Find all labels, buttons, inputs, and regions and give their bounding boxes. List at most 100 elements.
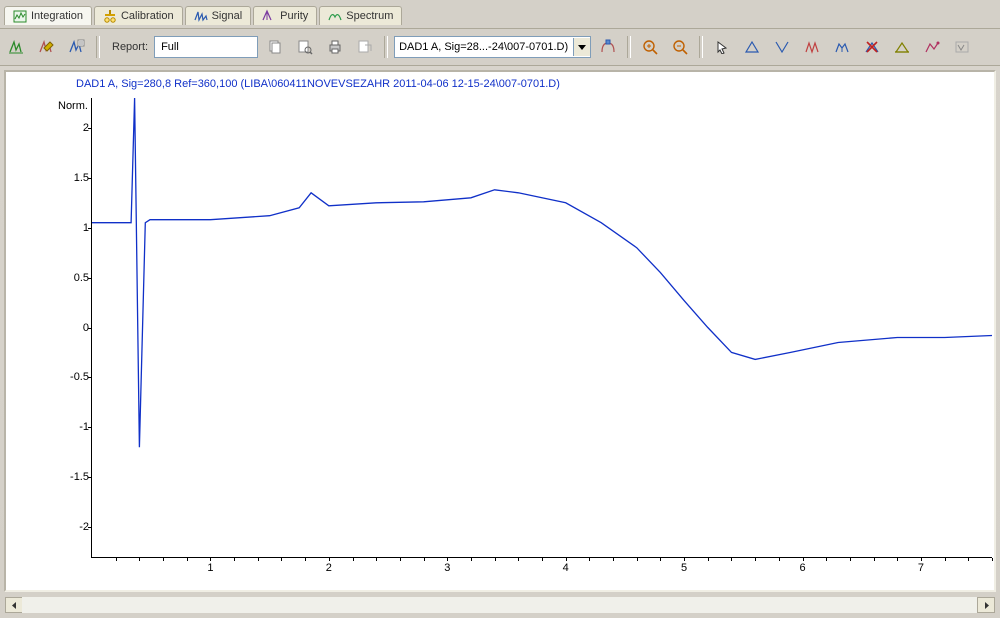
x-minor-tick (731, 558, 732, 561)
x-minor-tick (139, 558, 140, 561)
x-tick-label: 4 (563, 562, 569, 574)
x-minor-tick (258, 558, 259, 561)
auto-integrate-button[interactable] (4, 34, 30, 60)
trace-line (92, 98, 992, 447)
chromatogram-trace (92, 98, 992, 557)
baseline-tool-button[interactable] (889, 34, 915, 60)
separator (384, 36, 388, 58)
purity-icon (262, 9, 276, 23)
signal-properties-button[interactable] (595, 34, 621, 60)
split-peak-button[interactable] (799, 34, 825, 60)
x-minor-tick (637, 558, 638, 561)
tab-label: Integration (31, 10, 83, 22)
x-minor-tick (708, 558, 709, 561)
print-report-button[interactable] (322, 34, 348, 60)
integration-icon (13, 9, 27, 23)
spectrum-icon (328, 9, 342, 23)
x-minor-tick (613, 558, 614, 561)
delete-peak-button[interactable] (859, 34, 885, 60)
x-minor-tick (163, 558, 164, 561)
tab-calibration[interactable]: Calibration (94, 6, 183, 25)
chart-title: DAD1 A, Sig=280,8 Ref=360,100 (LIBA\0604… (76, 78, 560, 90)
tab-spectrum[interactable]: Spectrum (319, 6, 402, 25)
x-minor-tick (992, 558, 993, 561)
y-tick-mark (88, 228, 92, 229)
y-tick-mark (88, 527, 92, 528)
x-minor-tick (566, 558, 567, 561)
x-minor-tick (234, 558, 235, 561)
x-minor-tick (779, 558, 780, 561)
x-minor-tick (897, 558, 898, 561)
y-axis-label: Norm. (58, 100, 88, 112)
zoom-out-button[interactable] (667, 34, 693, 60)
y-tick-label: 1.5 (74, 172, 89, 184)
toolbar: Report: (0, 29, 1000, 66)
x-minor-tick (755, 558, 756, 561)
tab-integration[interactable]: Integration (4, 6, 92, 25)
x-minor-tick (826, 558, 827, 561)
export-report-button[interactable] (352, 34, 378, 60)
tab-label: Spectrum (346, 10, 393, 22)
scrollbar-track[interactable] (22, 597, 978, 613)
main-tabbar: Integration Calibration Signal Purity Sp… (0, 0, 1000, 29)
x-minor-tick (542, 558, 543, 561)
x-minor-tick (471, 558, 472, 561)
signal-select-dropdown-button[interactable] (573, 38, 590, 56)
report-field[interactable] (154, 36, 258, 58)
scroll-left-button[interactable] (5, 597, 23, 613)
y-tick-mark (88, 178, 92, 179)
preview-report-button[interactable] (292, 34, 318, 60)
tangent-skim-button[interactable] (919, 34, 945, 60)
x-minor-tick (850, 558, 851, 561)
y-tick-label: -0.5 (70, 371, 89, 383)
y-tick-mark (88, 377, 92, 378)
app-root: { "tabs": [ {"label": "Integration", "ac… (0, 0, 1000, 618)
x-minor-tick (495, 558, 496, 561)
x-tick-label: 7 (918, 562, 924, 574)
x-minor-tick (660, 558, 661, 561)
signal-select-field[interactable] (395, 38, 573, 56)
x-minor-tick (210, 558, 211, 561)
x-tick-label: 3 (444, 562, 450, 574)
x-minor-tick (400, 558, 401, 561)
y-tick-mark (88, 427, 92, 428)
x-tick-label: 2 (326, 562, 332, 574)
y-tick-mark (88, 128, 92, 129)
plot-area[interactable]: -2-1.5-1-0.500.511.521234567 (91, 98, 992, 558)
tab-label: Purity (280, 10, 308, 22)
negative-peak-button[interactable] (949, 34, 975, 60)
tab-label: Calibration (121, 10, 174, 22)
x-minor-tick (921, 558, 922, 561)
chart-frame: DAD1 A, Sig=280,8 Ref=360,100 (LIBA\0604… (4, 70, 996, 592)
edit-integration-button[interactable] (34, 34, 60, 60)
tab-signal[interactable]: Signal (185, 6, 252, 25)
calibration-icon (103, 9, 117, 23)
x-tick-label: 5 (681, 562, 687, 574)
separator (699, 36, 703, 58)
tab-label: Signal (212, 10, 243, 22)
tab-purity[interactable]: Purity (253, 6, 317, 25)
scroll-right-button[interactable] (977, 597, 995, 613)
x-minor-tick (187, 558, 188, 561)
x-minor-tick (424, 558, 425, 561)
x-minor-tick (329, 558, 330, 561)
merge-peak-button[interactable] (829, 34, 855, 60)
x-minor-tick (968, 558, 969, 561)
x-minor-tick (447, 558, 448, 561)
valley-tool-button[interactable] (769, 34, 795, 60)
integration-events-button[interactable] (64, 34, 90, 60)
x-minor-tick (353, 558, 354, 561)
copy-report-button[interactable] (262, 34, 288, 60)
pointer-tool-button[interactable] (709, 34, 735, 60)
separator (96, 36, 100, 58)
report-label: Report: (106, 41, 150, 53)
y-tick-mark (88, 477, 92, 478)
zoom-in-button[interactable] (637, 34, 663, 60)
x-minor-tick (281, 558, 282, 561)
y-tick-mark (88, 278, 92, 279)
signal-select[interactable] (394, 36, 591, 58)
y-tick-label: 0.5 (74, 272, 89, 284)
horizontal-scrollbar[interactable] (4, 596, 996, 614)
peak-tool-button[interactable] (739, 34, 765, 60)
x-tick-label: 6 (799, 562, 805, 574)
